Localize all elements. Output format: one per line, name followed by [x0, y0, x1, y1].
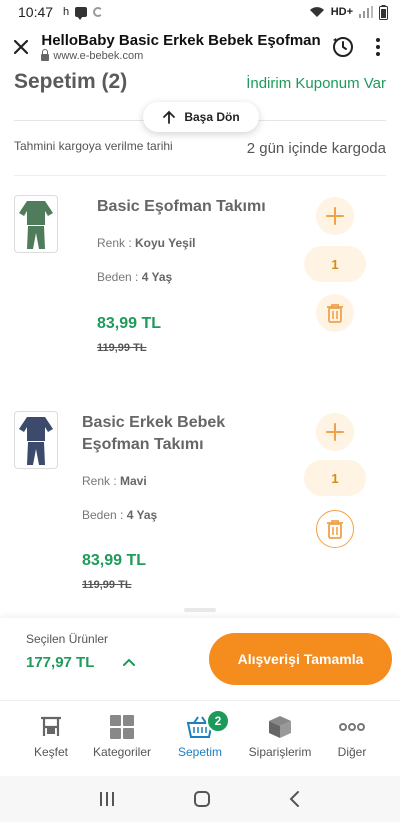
product-color: Renk : Koyu Yeşil — [97, 236, 196, 250]
increase-qty-button[interactable] — [316, 197, 354, 235]
trash-icon — [327, 520, 343, 539]
product-price: 83,99 TL — [97, 315, 162, 332]
product-name[interactable]: Basic Erkek Bebek Eşofman Takımı — [82, 412, 225, 456]
product-price: 83,99 TL — [82, 552, 147, 569]
product-size: Beden : 4 Yaş — [82, 508, 158, 522]
chevron-up-icon[interactable] — [121, 654, 137, 670]
quantity-value[interactable]: 1 — [304, 460, 366, 496]
box-icon — [269, 716, 291, 738]
back-to-top-button[interactable]: Başa Dön — [143, 102, 259, 132]
product-color: Renk : Mavi — [82, 474, 147, 488]
tab-explore[interactable]: Keşfet — [11, 715, 91, 759]
more-icon — [339, 723, 365, 731]
cargo-value: 2 gün içinde kargoda — [246, 140, 386, 157]
cart-count-badge: 2 — [206, 709, 230, 733]
trash-icon — [327, 304, 343, 323]
plus-icon — [326, 207, 344, 225]
close-icon[interactable] — [10, 34, 31, 60]
system-navigation-bar — [0, 776, 400, 822]
signal-icon — [359, 6, 373, 18]
delete-item-button[interactable] — [316, 510, 354, 548]
arrow-up-icon — [163, 110, 176, 124]
tab-more[interactable]: Diğer — [312, 715, 392, 759]
wifi-icon — [309, 7, 324, 17]
scroll-handle[interactable] — [184, 608, 216, 612]
cart-summary: Seçilen Ürünler 177,97 TL Alışverişi Tam… — [0, 618, 400, 700]
categories-icon — [110, 715, 134, 739]
home-icon[interactable] — [193, 790, 211, 808]
recent-apps-icon[interactable] — [98, 791, 116, 807]
battery-icon — [379, 4, 388, 20]
url-text: www.e-bebek.com — [53, 50, 144, 62]
url-block[interactable]: HelloBaby Basic Erkek Bebek Eşofman www.… — [41, 32, 321, 62]
increase-qty-button[interactable] — [316, 413, 354, 451]
product-image[interactable] — [14, 195, 58, 253]
tab-categories[interactable]: Kategoriler — [82, 715, 162, 759]
product-name[interactable]: Basic Eşofman Takımı — [97, 196, 266, 218]
status-time: 10:47 — [18, 4, 54, 20]
product-image[interactable] — [14, 411, 58, 469]
do-not-disturb-icon — [93, 7, 104, 17]
coupon-link[interactable]: İndirim Kuponum Var — [246, 75, 386, 92]
history-icon[interactable] — [331, 32, 356, 62]
bottom-tab-bar: Keşfet Kategoriler 2 Sepetim Siparişleri… — [0, 700, 400, 776]
browser-toolbar: HelloBaby Basic Erkek Bebek Eşofman www.… — [0, 24, 400, 70]
product-size: Beden : 4 Yaş — [97, 270, 173, 284]
back-to-top-label: Başa Dön — [184, 110, 240, 124]
selected-items-label: Seçilen Ürünler — [26, 632, 109, 646]
notification-letter: h — [63, 6, 70, 18]
product-old-price: 119,99 TL — [97, 342, 147, 354]
plus-icon — [326, 423, 344, 441]
product-old-price: 119,99 TL — [82, 579, 132, 591]
status-bar: 10:47 h HD+ — [0, 0, 400, 24]
lock-icon — [41, 49, 50, 61]
page-title: HelloBaby Basic Erkek Bebek Eşofman — [41, 32, 321, 49]
network-type: HD+ — [330, 6, 353, 18]
tab-orders[interactable]: Siparişlerim — [240, 715, 320, 759]
back-icon[interactable] — [288, 790, 302, 808]
divider — [14, 175, 386, 176]
more-menu-icon[interactable] — [365, 32, 390, 62]
explore-icon — [41, 716, 61, 736]
tab-cart[interactable]: 2 Sepetim — [160, 709, 240, 759]
message-icon — [75, 7, 88, 20]
delete-item-button[interactable] — [316, 294, 354, 332]
cart-title: Sepetim (2) — [14, 70, 128, 93]
checkout-button[interactable]: Alışverişi Tamamla — [209, 633, 392, 685]
selected-total: 177,97 TL — [26, 654, 95, 671]
cargo-label: Tahmini kargoya verilme tarihi — [14, 139, 173, 153]
quantity-value[interactable]: 1 — [304, 246, 366, 282]
